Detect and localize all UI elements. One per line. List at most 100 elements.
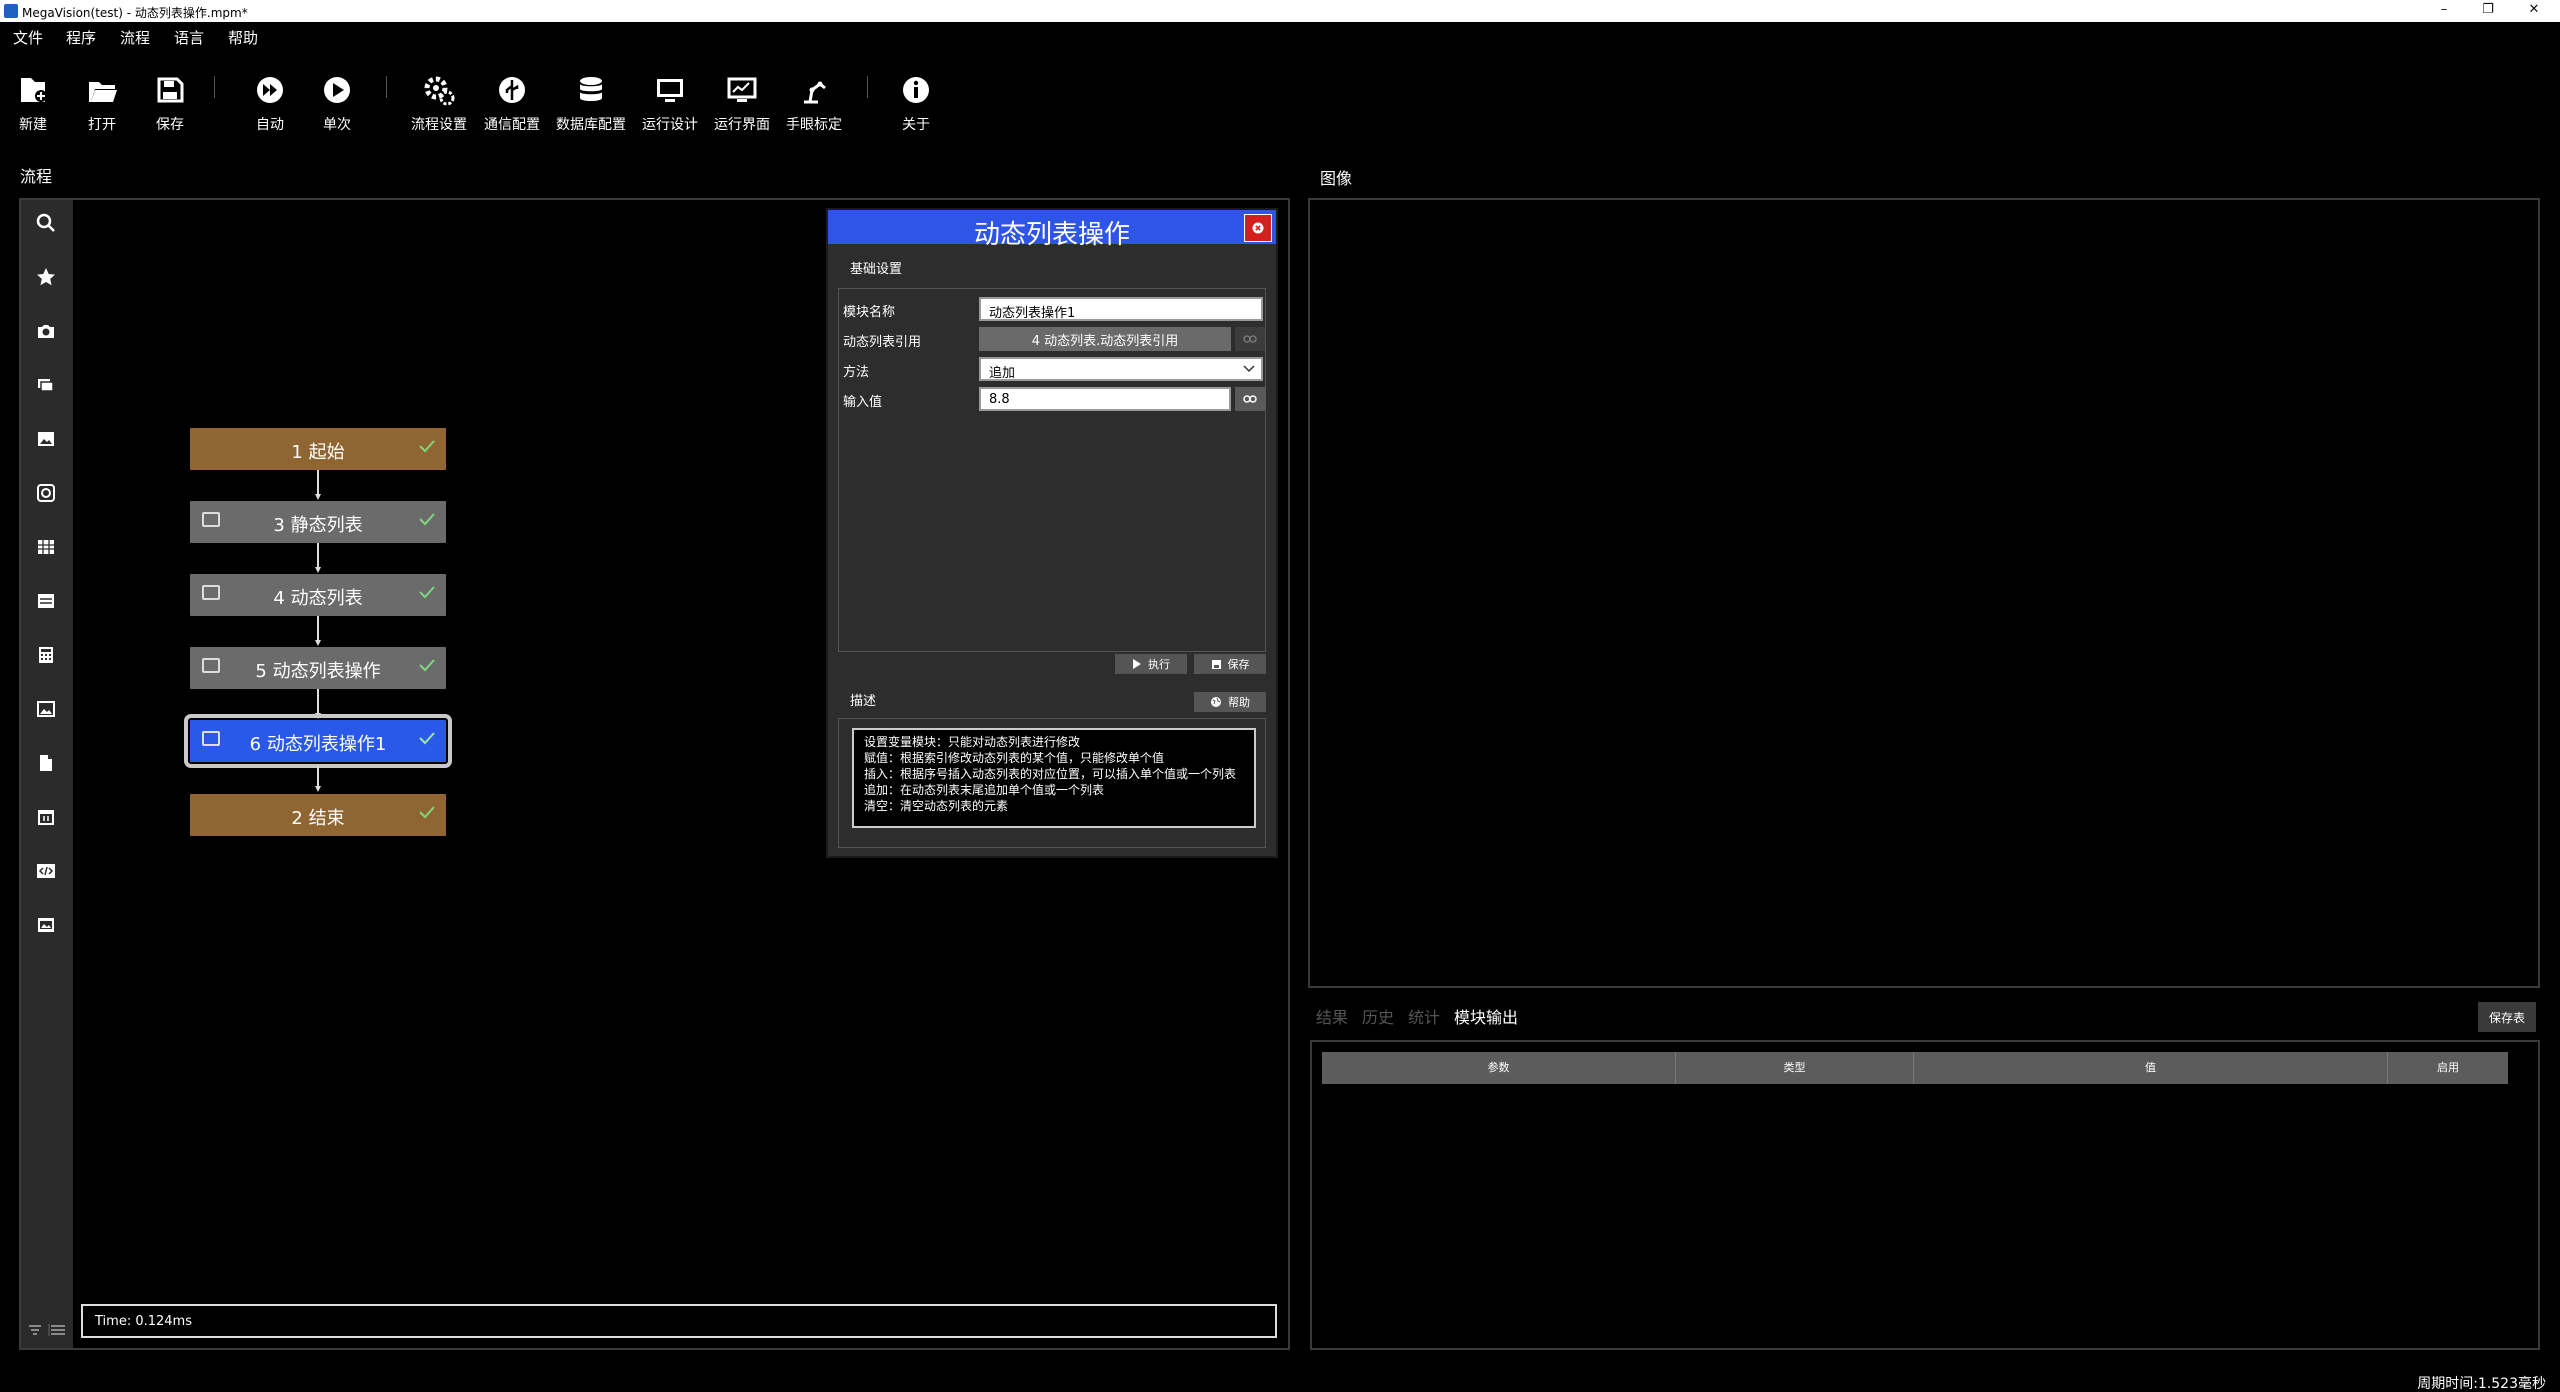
info-icon	[903, 77, 929, 103]
dialog-close-button[interactable]	[1244, 214, 1272, 242]
menu-bar: 文件 程序 流程 语言 帮助	[0, 22, 2560, 48]
module-dialog: 动态列表操作 基础设置 模块名称 动态列表操作1 动态列表引用 4 动态列表.动…	[826, 208, 1278, 858]
close-window-button[interactable]: ✕	[2516, 0, 2552, 22]
time-text: Time: 0.124ms	[95, 1314, 192, 1329]
list-icon[interactable]	[33, 588, 59, 614]
database-config-button[interactable]: 数据库配置	[555, 72, 627, 134]
flow-settings-icon	[424, 76, 455, 106]
image-view[interactable]	[1308, 198, 2540, 988]
menu-program[interactable]: 程序	[66, 27, 96, 48]
globe-icon	[1211, 697, 1221, 707]
restore-button[interactable]: ❐	[2470, 0, 2506, 22]
new-button[interactable]: 新建	[0, 72, 69, 134]
title-bar: MegaVision(test) - 动态列表操作.mpm* – ❐ ✕	[0, 0, 2560, 22]
column-header-type[interactable]: 类型	[1676, 1052, 1914, 1084]
flow-arrow	[315, 689, 321, 719]
minimize-button[interactable]: –	[2426, 0, 2462, 22]
target-icon[interactable]	[33, 480, 59, 506]
input-link-button[interactable]	[1235, 387, 1265, 411]
database-icon	[580, 77, 602, 101]
link-icon	[1243, 395, 1257, 403]
camera-icon[interactable]	[33, 318, 59, 344]
run-once-button[interactable]: 单次	[301, 72, 373, 134]
execute-button[interactable]: 执行	[1115, 654, 1187, 674]
app-logo-icon	[4, 4, 18, 18]
flow-arrow	[315, 543, 321, 573]
dialog-title: 动态列表操作	[973, 220, 1130, 250]
tab-statistics[interactable]: 统计	[1408, 1004, 1440, 1028]
monitor-icon	[657, 79, 683, 102]
search-icon[interactable]	[33, 210, 59, 236]
image-tool-icon[interactable]	[33, 426, 59, 452]
save-toolbar-button[interactable]: 保存	[134, 72, 206, 134]
hand-eye-calibration-button[interactable]: 手眼标定	[778, 72, 850, 134]
run-ui-button[interactable]: 运行界面	[706, 72, 778, 134]
flow-arrow	[315, 616, 321, 646]
star-icon[interactable]	[33, 264, 59, 290]
save-icon	[1211, 659, 1221, 669]
flow-node-dynamic-list-op[interactable]: 5 动态列表操作	[190, 647, 446, 689]
image-stack-icon[interactable]	[33, 912, 59, 938]
open-button[interactable]: 打开	[66, 72, 138, 134]
tab-result[interactable]: 结果	[1316, 1004, 1348, 1028]
toolbar: 新建 打开 保存 自动 单次 流程设置 通信配置 数据库配置 运行设计 运行界面…	[0, 48, 2560, 140]
chevron-down-icon	[1243, 365, 1255, 373]
auto-run-button[interactable]: 自动	[234, 72, 306, 134]
dialog-header[interactable]: 动态列表操作	[828, 210, 1276, 250]
grid-icon[interactable]	[33, 534, 59, 560]
new-file-icon	[21, 78, 47, 102]
calendar-icon[interactable]	[33, 804, 59, 830]
menu-flow[interactable]: 流程	[120, 27, 150, 48]
about-button[interactable]: 关于	[880, 72, 952, 134]
play-icon	[1133, 659, 1141, 669]
layers-icon[interactable]	[33, 372, 59, 398]
code-icon[interactable]	[33, 858, 59, 884]
save-table-button[interactable]: 保存表	[2478, 1002, 2536, 1032]
close-icon	[1252, 222, 1264, 234]
method-label: 方法	[843, 365, 870, 380]
flow-node-end[interactable]: 2 结束	[190, 794, 446, 836]
input-value-field[interactable]: 8.8	[979, 387, 1231, 411]
comm-config-button[interactable]: 通信配置	[476, 72, 548, 134]
description-title: 描述	[850, 694, 877, 709]
flow-section-title: 流程	[20, 167, 53, 186]
column-header-enable[interactable]: 启用	[2388, 1052, 2508, 1084]
run-design-button[interactable]: 运行设计	[634, 72, 706, 134]
check-icon	[419, 586, 435, 599]
flow-arrow	[315, 470, 321, 500]
check-icon	[419, 513, 435, 526]
menu-help[interactable]: 帮助	[228, 27, 258, 48]
calculator-icon[interactable]	[33, 642, 59, 668]
ref-link-button[interactable]	[1235, 327, 1265, 351]
check-icon	[419, 440, 435, 453]
sidebar-toggle[interactable]	[23, 1320, 71, 1340]
flow-settings-button[interactable]: 流程设置	[403, 72, 475, 134]
window-title: MegaVision(test) - 动态列表操作.mpm*	[22, 6, 248, 20]
flow-node-dynamic-list[interactable]: 4 动态列表	[190, 574, 446, 616]
help-button[interactable]: 帮助	[1194, 692, 1266, 712]
menu-language[interactable]: 语言	[174, 27, 204, 48]
method-select[interactable]: 追加	[979, 357, 1263, 381]
time-readout: Time: 0.124ms	[81, 1304, 1277, 1338]
description-text: 设置变量模块：只能对动态列表进行修改 赋值：根据索引修改动态列表的某个值，只能修…	[852, 728, 1256, 828]
flow-node-static-list[interactable]: 3 静态列表	[190, 501, 446, 543]
flow-node-start[interactable]: 1 起始	[190, 428, 446, 470]
flow-arrow	[315, 766, 321, 792]
save-dialog-button[interactable]: 保存	[1194, 654, 1266, 674]
picture-icon[interactable]	[33, 696, 59, 722]
settings-group: 模块名称 动态列表操作1 动态列表引用 4 动态列表.动态列表引用 方法 追加 …	[838, 288, 1266, 652]
menu-file[interactable]: 文件	[13, 27, 43, 48]
column-header-value[interactable]: 值	[1914, 1052, 2388, 1084]
tab-history[interactable]: 历史	[1362, 1004, 1394, 1028]
check-icon	[419, 659, 435, 672]
list-ref-field[interactable]: 4 动态列表.动态列表引用	[979, 327, 1231, 351]
image-section-title: 图像	[1320, 169, 1353, 188]
chart-monitor-icon	[727, 77, 757, 102]
flow-node-dynamic-list-op1[interactable]: 6 动态列表操作1	[184, 714, 452, 768]
column-header-param[interactable]: 参数	[1322, 1052, 1676, 1084]
link-icon	[1243, 335, 1257, 343]
module-output-table: 参数 类型 值 启用	[1310, 1040, 2540, 1350]
file-icon[interactable]	[33, 750, 59, 776]
tab-module-output[interactable]: 模块输出	[1454, 1004, 1518, 1028]
module-name-field[interactable]: 动态列表操作1	[979, 297, 1263, 321]
